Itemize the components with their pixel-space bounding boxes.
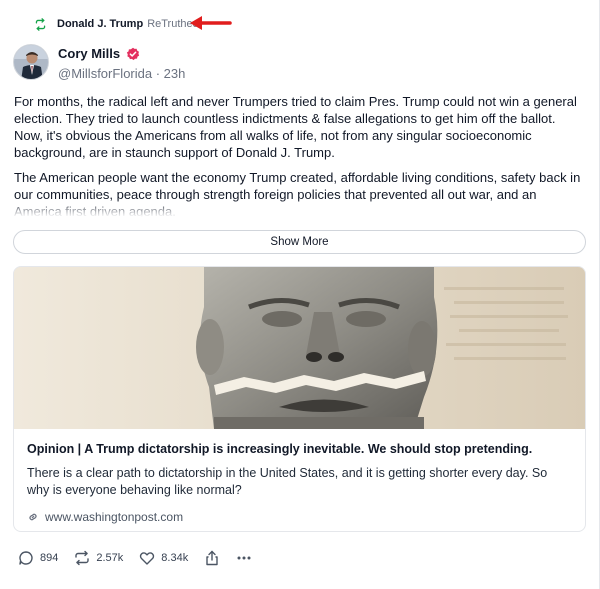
share-button[interactable] xyxy=(204,550,220,566)
avatar-image xyxy=(14,45,48,79)
post-paragraph: The American people want the economy Tru… xyxy=(14,170,581,217)
retruth-action-icon xyxy=(75,550,90,566)
retruth-button[interactable]: 2.57k xyxy=(74,550,123,566)
red-arrow-annotation xyxy=(190,16,232,30)
card-image[interactable] xyxy=(14,267,585,429)
torn-statue-image xyxy=(14,267,585,429)
like-button[interactable]: 8.34k xyxy=(139,550,188,566)
heart-icon xyxy=(140,552,155,565)
post-text-clip: For months, the radical left and never T… xyxy=(14,93,586,217)
card-body: Opinion | A Trump dictatorship is increa… xyxy=(14,429,585,524)
retruth-icon xyxy=(35,17,46,31)
card-description: There is a clear path to dictatorship in… xyxy=(27,466,548,497)
card-link[interactable]: www.washingtonpost.com xyxy=(27,510,572,524)
retruth-header: Donald J. Trump ReTruthed xyxy=(34,14,199,34)
reply-icon xyxy=(19,551,33,565)
post-content: For months, the radical left and never T… xyxy=(14,93,586,217)
avatar[interactable] xyxy=(13,44,49,80)
link-icon xyxy=(29,513,37,521)
reply-count: 894 xyxy=(40,552,59,564)
author-block: Cory Mills @MillsforFlorida · 23h xyxy=(58,45,185,81)
post-actions: 894 2.57k 8.34k xyxy=(18,548,268,568)
author-name[interactable]: Cory Mills xyxy=(58,46,120,61)
share-icon xyxy=(206,550,218,566)
more-icon xyxy=(237,556,251,560)
more-button[interactable] xyxy=(236,550,252,566)
card-title[interactable]: Opinion | A Trump dictatorship is increa… xyxy=(27,441,572,457)
retruth-user-name[interactable]: Donald J. Trump xyxy=(57,18,143,30)
like-count: 8.34k xyxy=(161,552,189,564)
card-domain[interactable]: www.washingtonpost.com xyxy=(45,510,183,524)
link-preview-card[interactable]: Opinion | A Trump dictatorship is increa… xyxy=(13,266,586,532)
verified-badge-icon xyxy=(127,47,140,60)
retruth-count: 2.57k xyxy=(96,552,124,564)
reply-button[interactable]: 894 xyxy=(18,550,58,566)
post-frame: Donald J. Trump ReTruthed Cory Mills @Mi… xyxy=(0,0,600,589)
author-handle-time[interactable]: @MillsforFlorida · 23h xyxy=(58,66,185,81)
show-more-button[interactable]: Show More xyxy=(13,230,586,254)
post-paragraph: For months, the radical left and never T… xyxy=(14,94,577,160)
